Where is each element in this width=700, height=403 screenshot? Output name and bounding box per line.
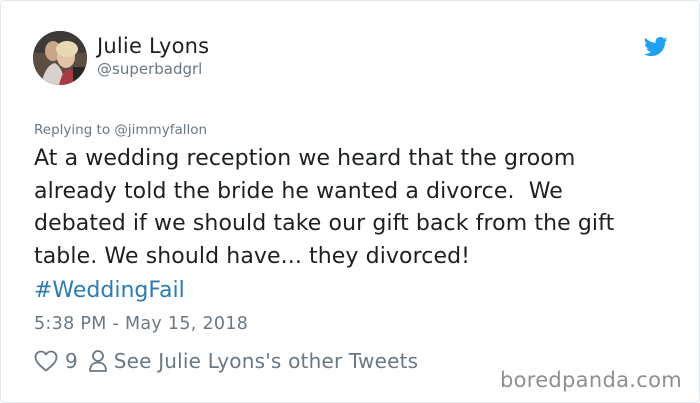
tweet-text-line: table. We should have... they divorced! bbox=[34, 243, 471, 269]
hashtag-link[interactable]: #WeddingFail bbox=[34, 275, 185, 307]
tweet-timestamp[interactable]: 5:38 PM - May 15, 2018 bbox=[34, 313, 248, 335]
tweet-text-line: At a wedding reception we heard that the… bbox=[34, 146, 576, 171]
tweet-text-line: already told the bride he wanted a divor… bbox=[34, 178, 563, 204]
author-name[interactable]: Julie Lyons bbox=[97, 33, 209, 59]
author-handle[interactable]: @superbadgrl bbox=[97, 60, 202, 78]
tweet-card: Julie Lyons @superbadgrl Replying to @ji… bbox=[0, 0, 700, 403]
see-other-tweets-link[interactable]: See Julie Lyons's other Tweets bbox=[114, 349, 419, 373]
tweet-text-line: debated if we should take our gift back … bbox=[34, 211, 615, 236]
replying-to[interactable]: Replying to @jimmyfallon bbox=[34, 121, 207, 139]
tweet-actions: 9 See Julie Lyons's other Tweets bbox=[34, 348, 418, 374]
like-count[interactable]: 9 bbox=[65, 349, 78, 373]
tweet-text: At a wedding reception we heard that the… bbox=[34, 143, 674, 273]
watermark: boredpanda.com bbox=[499, 368, 682, 392]
avatar[interactable] bbox=[33, 31, 87, 85]
heart-icon[interactable] bbox=[34, 350, 58, 372]
avatar-photo bbox=[33, 31, 87, 85]
person-icon bbox=[88, 350, 107, 372]
twitter-bird-icon[interactable] bbox=[644, 37, 668, 57]
